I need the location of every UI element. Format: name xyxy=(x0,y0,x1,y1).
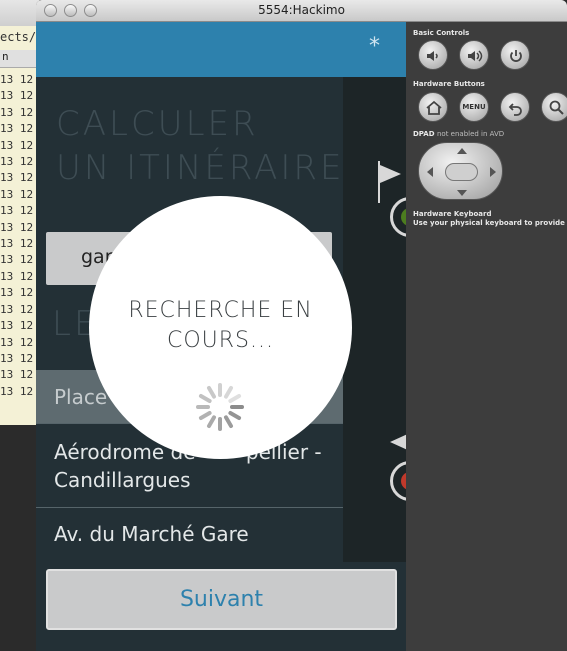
favorite-star-icon[interactable]: * xyxy=(369,34,380,59)
action-bar: * xyxy=(36,22,406,77)
volume-up-icon xyxy=(468,50,483,62)
end-point-marker[interactable] xyxy=(390,461,406,501)
loading-spinner-icon xyxy=(196,383,244,431)
start-flag-icon xyxy=(380,165,401,183)
back-icon xyxy=(508,103,522,116)
loading-message: RECHERCHE EN COURS... xyxy=(89,296,352,356)
volume-down-icon xyxy=(427,51,438,61)
dpad-down-icon[interactable] xyxy=(457,190,467,196)
spinner-tick xyxy=(228,411,242,420)
route-flag-rail xyxy=(343,77,406,562)
spinner-tick xyxy=(224,385,233,399)
menu-button[interactable]: MENU xyxy=(459,92,489,122)
result-item[interactable]: Av. du Marché Gare xyxy=(36,508,343,560)
spinner-tick xyxy=(207,415,216,429)
dpad-label-text: DPAD xyxy=(413,130,435,138)
background-window-rows: 13 12 13 12 13 12 13 12 13 12 13 12 13 1… xyxy=(0,73,34,398)
dpad-center-button[interactable] xyxy=(445,163,478,181)
result-label-line2: Candillargues xyxy=(54,467,191,492)
spinner-tick xyxy=(198,411,212,420)
spinner-tick xyxy=(198,394,212,403)
dpad-note: not enabled in AVD xyxy=(436,130,505,138)
start-point-marker[interactable] xyxy=(390,197,406,237)
emulator-controls-panel: Basic Controls Hardware Buttons MENU DPA… xyxy=(406,22,567,651)
loading-dialog: RECHERCHE EN COURS... xyxy=(89,196,352,459)
dpad-up-icon[interactable] xyxy=(457,148,467,154)
search-button[interactable] xyxy=(541,92,567,122)
page-title-line1: CALCULER xyxy=(56,104,259,144)
dpad-label: DPAD not enabled in AVD xyxy=(413,130,504,138)
dpad-right-icon[interactable] xyxy=(490,167,496,177)
end-flag-icon xyxy=(390,433,406,451)
basic-controls-label: Basic Controls xyxy=(413,29,470,37)
power-icon xyxy=(510,50,522,62)
hardware-buttons-label: Hardware Buttons xyxy=(413,80,485,88)
next-button[interactable]: Suivant xyxy=(46,569,397,630)
hardware-keyboard-note: Use your physical keyboard to provide in… xyxy=(413,219,567,227)
emulator-window: 5554:Hackimo * CALCULER UN ITINÉRAIRE ga… xyxy=(36,0,567,651)
home-icon xyxy=(426,100,442,115)
home-button[interactable] xyxy=(418,92,448,122)
result-label: Place xyxy=(54,384,108,409)
power-button[interactable] xyxy=(500,40,530,70)
dpad-left-icon[interactable] xyxy=(427,167,433,177)
window-titlebar: 5554:Hackimo xyxy=(36,0,567,22)
window-title: 5554:Hackimo xyxy=(258,3,345,17)
page-title-line2: UN ITINÉRAIRE xyxy=(56,148,345,188)
spinner-tick xyxy=(207,385,216,399)
device-screen: * CALCULER UN ITINÉRAIRE gar LES. Place … xyxy=(36,22,406,651)
loading-message-line2: COURS... xyxy=(166,328,274,353)
search-icon xyxy=(549,100,564,115)
result-label: Av. du Marché Gare xyxy=(54,522,249,546)
background-window-titlebar xyxy=(0,0,39,26)
background-terminal-window: ects/L n 13 12 13 12 13 12 13 12 13 12 1… xyxy=(0,0,43,425)
volume-up-button[interactable] xyxy=(459,40,489,70)
hardware-keyboard-label: Hardware Keyboard xyxy=(413,210,492,218)
back-button[interactable] xyxy=(500,92,530,122)
loading-message-line1: RECHERCHE EN xyxy=(128,298,313,323)
volume-down-button[interactable] xyxy=(418,40,448,70)
spinner-tick xyxy=(224,415,233,429)
background-window-column-header: n xyxy=(0,50,40,68)
dpad[interactable] xyxy=(418,142,503,200)
spinner-tick xyxy=(228,394,242,403)
menu-button-label: MENU xyxy=(462,103,486,111)
